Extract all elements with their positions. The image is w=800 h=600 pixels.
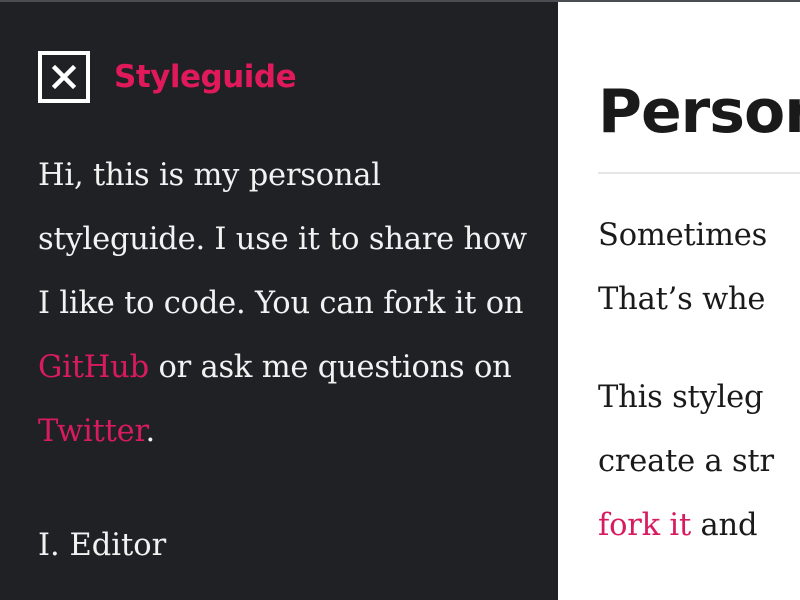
main-content: Persor Sometimes That’s whe This styleg … xyxy=(558,2,800,600)
intro-text: . xyxy=(145,414,156,449)
paragraph-line: That’s whe xyxy=(598,282,766,317)
sidebar: Styleguide Hi, this is my personal style… xyxy=(0,2,558,600)
title-divider xyxy=(598,172,800,174)
paragraph: This styleg create a str fork it and xyxy=(598,366,800,558)
page-title: Persor xyxy=(598,77,800,147)
brand-name[interactable]: Styleguide xyxy=(114,59,297,95)
twitter-link[interactable]: Twitter xyxy=(38,414,146,449)
paragraph-line: create a str xyxy=(598,444,774,479)
paragraph-text: and xyxy=(691,508,758,543)
paragraph: Sometimes That’s whe xyxy=(598,204,800,332)
brand-link[interactable]: Styleguide xyxy=(38,47,297,107)
paragraph-line: This styleg xyxy=(598,380,764,415)
page: Styleguide Hi, this is my personal style… xyxy=(0,0,800,600)
close-box-icon[interactable] xyxy=(38,51,90,103)
sidebar-intro: Hi, this is my personal styleguide. I us… xyxy=(38,144,538,464)
intro-text: Hi, this is my personal styleguide. I us… xyxy=(38,158,527,321)
intro-text: or ask me questions on xyxy=(148,350,512,385)
github-link[interactable]: GitHub xyxy=(38,350,149,385)
paragraph-line: Sometimes xyxy=(598,218,768,253)
paragraph-line: fork it and xyxy=(598,494,800,558)
author-name: I. Editor xyxy=(38,528,167,563)
fork-it-link[interactable]: fork it xyxy=(598,508,691,543)
